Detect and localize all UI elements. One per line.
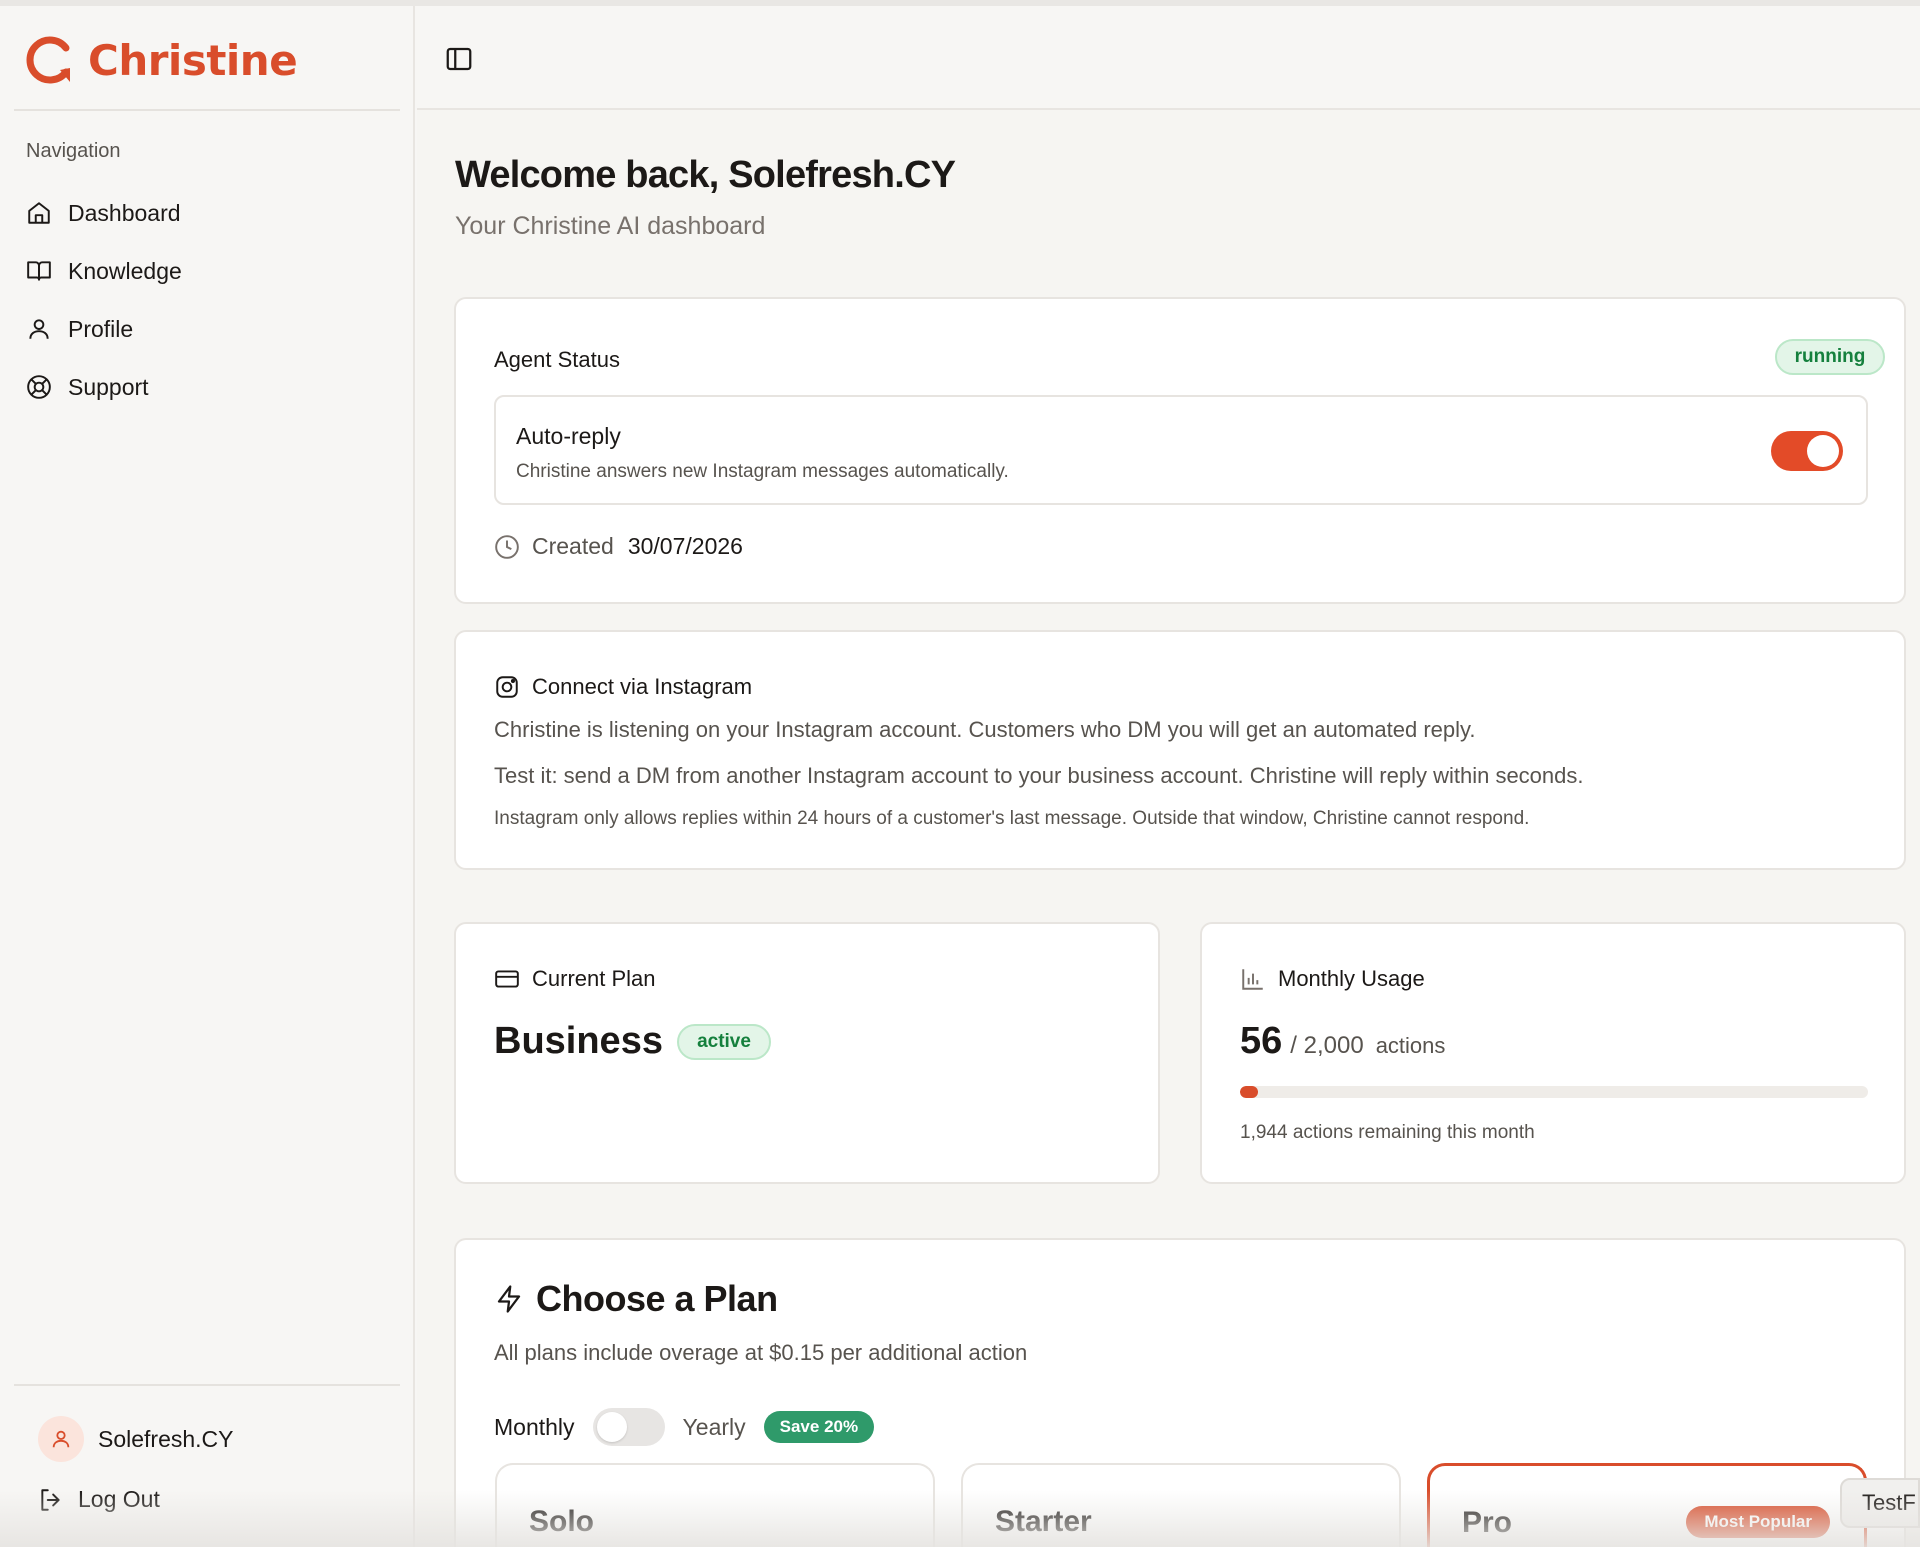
billing-cycle-switch: Monthly Yearly Save 20%	[494, 1408, 875, 1446]
instagram-title: Connect via Instagram	[532, 674, 753, 699]
lightning-icon	[497, 1285, 521, 1313]
lifebuoy-icon	[27, 375, 51, 399]
page-subtitle: Your Christine AI dashboard	[455, 212, 766, 240]
sidebar-bottom-divider	[14, 1384, 400, 1386]
choose-plan-title: Choose a Plan	[536, 1278, 778, 1319]
sidebar-item-label: Profile	[68, 315, 134, 342]
toggle-knob	[1807, 435, 1839, 467]
credit-card-icon	[495, 970, 519, 988]
book-icon	[27, 261, 51, 281]
instagram-line-1: Christine is listening on your Instagram…	[494, 717, 1476, 742]
sidebar: Christine Navigation Dashboard Knowledge…	[0, 6, 415, 1547]
avatar	[38, 1416, 84, 1462]
monthly-usage-card: Monthly Usage 56 / 2,000 actions 1,944 a…	[1200, 922, 1906, 1184]
instagram-note: Instagram only allows replies within 24 …	[494, 808, 1530, 829]
auto-reply-box: Auto-reply Christine answers new Instagr…	[494, 395, 1868, 505]
auto-reply-title: Auto-reply	[516, 423, 621, 449]
current-plan-name: Business	[494, 1020, 663, 1062]
instagram-header: Connect via Instagram	[494, 674, 752, 700]
usage-remaining: 1,944 actions remaining this month	[1240, 1122, 1535, 1143]
plan-card-starter[interactable]: Starter	[961, 1463, 1401, 1547]
sidebar-item-label: Knowledge	[68, 257, 182, 284]
usage-unit: actions	[1375, 1033, 1446, 1058]
agent-status-card: Agent Status running Auto-reply Christin…	[454, 297, 1906, 604]
brand-name: Christine	[88, 35, 298, 85]
sidebar-toggle-icon[interactable]	[444, 44, 474, 74]
sidebar-nav: Dashboard Knowledge Profile Support	[26, 184, 182, 416]
plan-card-solo[interactable]: Solo	[495, 1463, 935, 1547]
toggle-knob	[596, 1412, 627, 1442]
instagram-icon	[496, 676, 518, 698]
current-plan-card: Current Plan Business active	[454, 922, 1160, 1184]
plan-name: Pro	[1462, 1506, 1513, 1539]
clock-icon	[495, 534, 519, 559]
nav-heading: Navigation	[26, 140, 121, 162]
sidebar-item-profile[interactable]: Profile	[26, 300, 182, 358]
billing-toggle[interactable]	[592, 1408, 665, 1446]
sidebar-divider	[14, 109, 400, 111]
yearly-label: Yearly	[682, 1413, 746, 1440]
sidebar-item-knowledge[interactable]: Knowledge	[26, 242, 182, 300]
created-label: Created	[532, 533, 614, 559]
instagram-line-2: Test it: send a DM from another Instagra…	[494, 763, 1584, 788]
current-plan-label: Current Plan	[532, 966, 656, 991]
brand-logo[interactable]: Christine	[26, 34, 298, 86]
created-date: 30/07/2026	[627, 533, 743, 559]
agent-status-label: Agent Status	[494, 347, 620, 372]
user-name: Solefresh.CY	[98, 1425, 234, 1452]
plan-status-badge: active	[677, 1024, 771, 1060]
sidebar-item-dashboard[interactable]: Dashboard	[26, 184, 182, 242]
logout-label: Log Out	[78, 1486, 160, 1512]
plan-name: Solo	[529, 1505, 594, 1538]
logout-button[interactable]: Log Out	[38, 1486, 160, 1513]
auto-reply-description: Christine answers new Instagram messages…	[516, 461, 1009, 482]
usage-counter: 56 / 2,000 actions	[1240, 1020, 1445, 1063]
user-profile[interactable]: Solefresh.CY	[38, 1416, 234, 1462]
user-icon	[52, 1430, 70, 1448]
sidebar-item-support[interactable]: Support	[26, 358, 182, 416]
home-icon	[28, 202, 50, 224]
side-tab[interactable]: TestF	[1840, 1478, 1920, 1528]
christine-logo-icon	[26, 36, 70, 84]
page-title: Welcome back, Solefresh.CY	[455, 154, 956, 196]
plan-name: Starter	[995, 1505, 1092, 1538]
usage-limit: / 2,000	[1290, 1032, 1364, 1059]
status-badge: running	[1775, 339, 1885, 375]
sidebar-item-label: Support	[68, 373, 149, 400]
usage-header: Monthly Usage	[1240, 966, 1425, 992]
auto-reply-toggle[interactable]	[1771, 431, 1843, 471]
current-plan-header: Current Plan	[494, 966, 656, 992]
logout-icon	[41, 1488, 60, 1511]
created-row: Created 30/07/2026	[494, 533, 743, 560]
choose-plan-header: Choose a Plan	[494, 1278, 778, 1320]
main-content: Welcome back, Solefresh.CY Your Christin…	[417, 110, 1920, 1547]
usage-used: 56	[1240, 1020, 1283, 1062]
instagram-card: Connect via Instagram Christine is liste…	[454, 630, 1906, 870]
topbar	[417, 6, 1920, 110]
monthly-label: Monthly	[494, 1413, 575, 1440]
usage-progress-fill	[1240, 1086, 1258, 1098]
usage-label: Monthly Usage	[1278, 966, 1425, 991]
save-badge: Save 20%	[763, 1411, 875, 1443]
choose-plan-subtitle: All plans include overage at $0.15 per a…	[494, 1340, 1028, 1365]
sidebar-item-label: Dashboard	[68, 199, 181, 226]
plan-card-pro[interactable]: Pro Most Popular	[1427, 1463, 1867, 1547]
most-popular-badge: Most Popular	[1686, 1506, 1830, 1538]
usage-progress-bar	[1240, 1086, 1868, 1098]
bar-chart-icon	[1242, 969, 1263, 990]
user-icon	[29, 319, 49, 339]
